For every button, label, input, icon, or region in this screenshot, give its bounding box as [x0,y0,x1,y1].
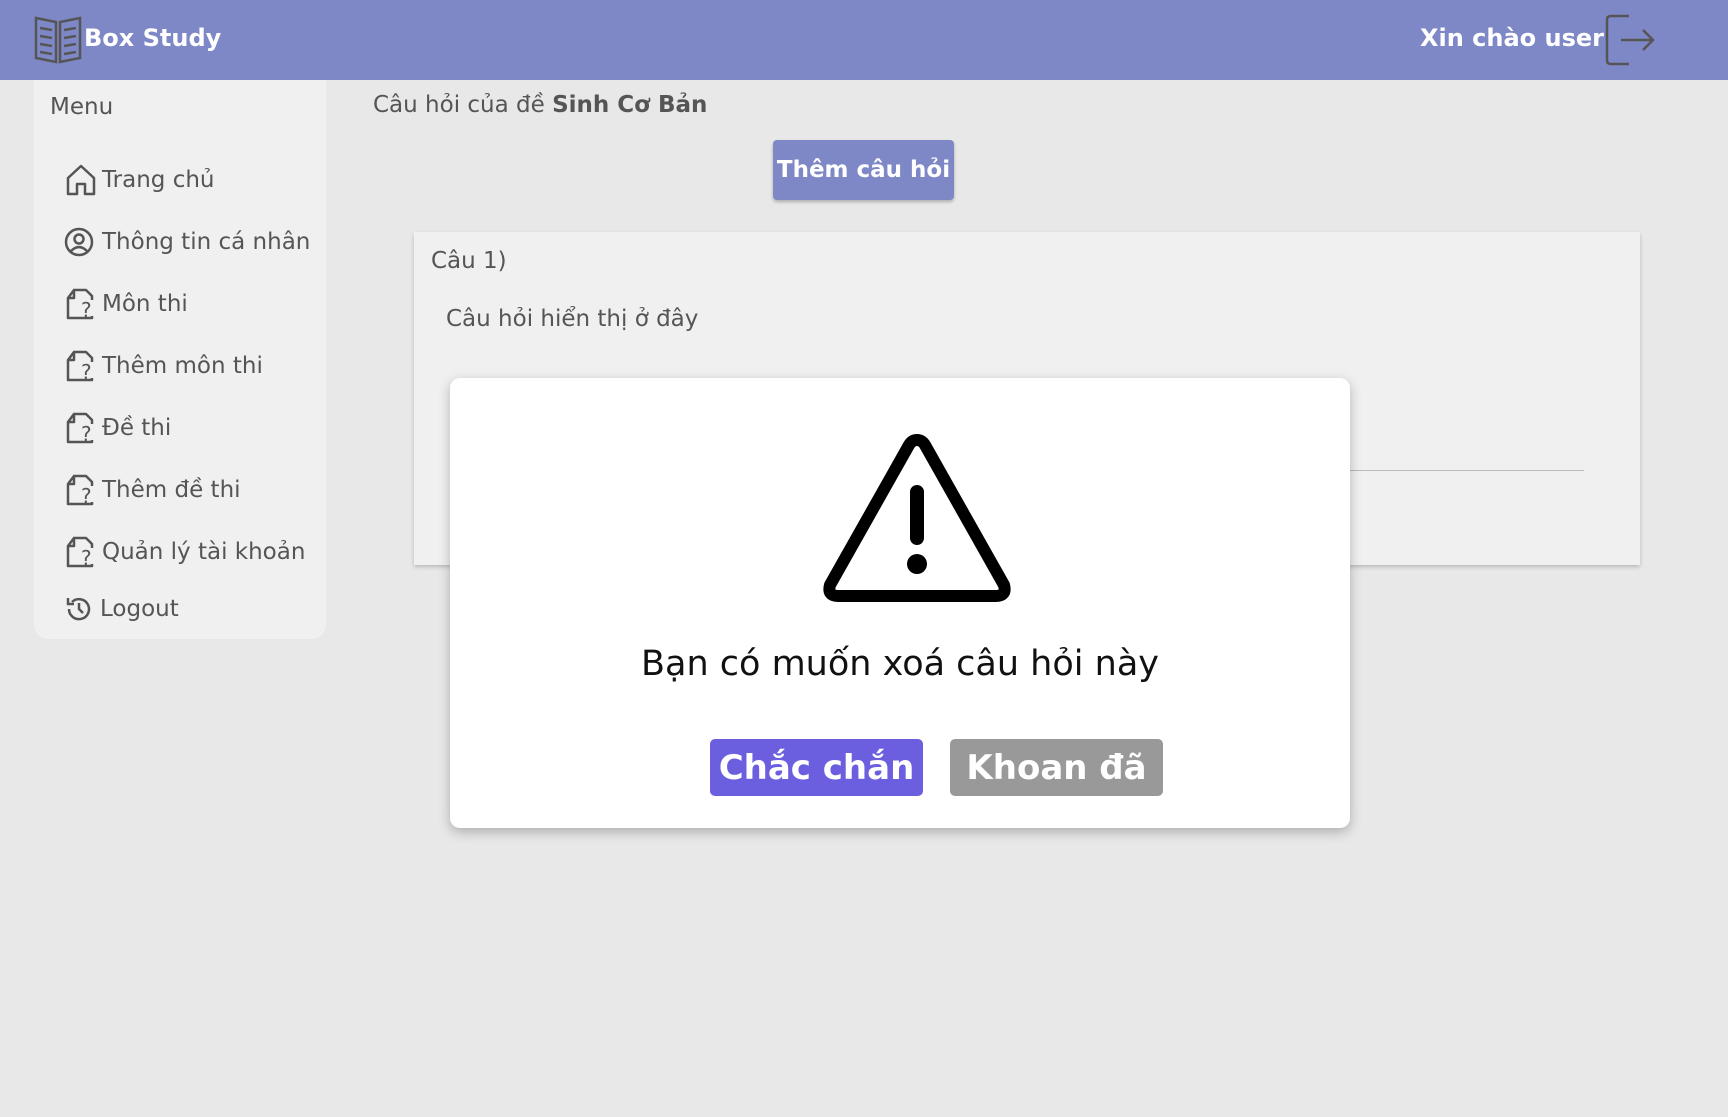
user-circle-icon [64,227,94,257]
sidebar-item-add-exam[interactable]: ? Thêm đề thi [64,472,241,508]
sidebar-item-profile[interactable]: Thông tin cá nhân [64,224,310,260]
sidebar-item-home[interactable]: Trang chủ [64,162,215,198]
sidebar-item-label: Trang chủ [102,167,215,193]
sidebar-item-exams[interactable]: ? Đề thi [64,410,171,446]
sidebar-item-label: Logout [100,596,179,622]
exam-name: Sinh Cơ Bản [552,92,708,118]
file-question-icon: ? [66,350,94,384]
file-question-icon: ? [66,474,94,508]
home-icon [66,164,96,196]
logout-arrow-icon[interactable] [1603,12,1659,68]
add-question-button[interactable]: Thêm câu hỏi [773,140,954,200]
file-question-icon: ? [66,412,94,446]
sidebar-item-subjects[interactable]: ? Môn thi [64,286,188,322]
file-question-icon: ? [66,536,94,570]
question-number: Câu 1) [431,248,507,274]
app-title: Box Study [84,24,222,52]
sidebar: Menu Trang chủ Thông tin cá nhân ? Môn t… [34,80,326,639]
sidebar-item-label: Thông tin cá nhân [102,229,311,255]
svg-text:?: ? [81,360,92,384]
question-text: Câu hỏi hiển thị ở đây [446,306,699,332]
svg-text:?: ? [81,298,92,322]
sidebar-item-accounts[interactable]: ? Quản lý tài khoản [64,534,305,570]
top-header: Box Study Xin chào user [0,0,1728,80]
cancel-button[interactable]: Khoan đã [950,739,1163,796]
menu-label: Menu [50,94,114,120]
history-icon [66,597,91,621]
heading-prefix: Câu hỏi của đề [373,92,545,118]
sidebar-item-label: Môn thi [102,291,188,317]
page-title: Câu hỏi của đề Sinh Cơ Bản [373,92,707,118]
sidebar-item-logout[interactable]: Logout [64,594,179,624]
sidebar-item-add-subject[interactable]: ? Thêm môn thi [64,348,263,384]
confirm-button[interactable]: Chắc chắn [710,739,923,796]
sidebar-item-label: Quản lý tài khoản [102,539,306,565]
sidebar-item-label: Thêm môn thi [102,353,263,379]
svg-text:?: ? [81,546,92,570]
open-book-icon [34,16,82,64]
svg-text:?: ? [81,484,92,508]
user-greeting: Xin chào user [1420,24,1605,52]
delete-confirm-dialog: Bạn có muốn xoá câu hỏi này Chắc chắn Kh… [450,378,1350,828]
warning-triangle-icon [823,434,1011,602]
sidebar-item-label: Thêm đề thi [102,477,241,503]
sidebar-item-label: Đề thi [102,415,172,441]
dialog-message: Bạn có muốn xoá câu hỏi này [641,644,1159,684]
file-question-icon: ? [66,288,94,322]
svg-text:?: ? [81,422,92,446]
